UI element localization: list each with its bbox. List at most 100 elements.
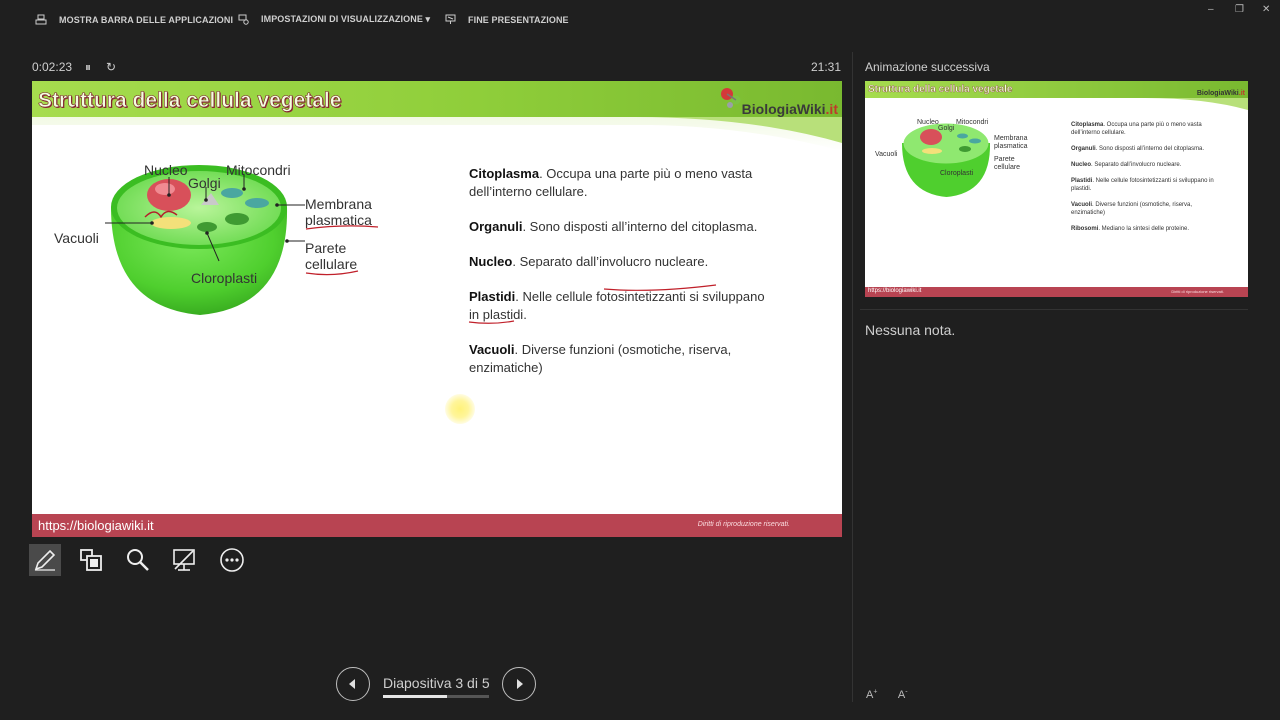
bullet-text: . Sono disposti all’interno del citoplas…: [522, 219, 758, 234]
minimize-icon[interactable]: –: [1208, 4, 1214, 15]
speaker-notes[interactable]: Nessuna nota.: [865, 322, 955, 338]
footer-url: https://biologiawiki.it: [38, 518, 154, 533]
footer-rights: Diritti di riproduzione riservati.: [697, 521, 790, 528]
preview-title: Struttura della cellula vegetale: [868, 84, 1013, 95]
current-slide[interactable]: Struttura della cellula vegetale Biologi…: [32, 81, 842, 537]
slide-progress-fill: [383, 695, 447, 698]
preview-label-vacuoli: Vacuoli: [875, 151, 898, 158]
more-icon: [220, 548, 244, 572]
preview-logo-text: BiologiaWiki: [1196, 90, 1239, 97]
preview-bullet-list: Citoplasma. Occupa una parte più o meno …: [1071, 121, 1221, 241]
biologiawiki-logo: BiologiaWiki.it: [720, 88, 838, 117]
slide-title: Struttura della cellula vegetale: [38, 89, 342, 113]
preview-logo-suffix: .it: [1238, 90, 1245, 97]
pause-icon[interactable]: ⏸: [85, 60, 91, 75]
bullet-term: Nucleo: [469, 254, 513, 269]
label-vacuoli: Vacuoli: [54, 230, 99, 246]
preview-bullet-term: Citoplasma: [1071, 122, 1104, 128]
label-golgi: Golgi: [188, 175, 221, 191]
preview-bullet: Nucleo. Separato dall’involucro nucleare…: [1071, 161, 1221, 169]
preview-footer: https://biologiawiki.it Diritti di ripro…: [865, 287, 1248, 297]
end-show-label: FINE PRESENTAZIONE: [468, 14, 569, 25]
label-cloroplasti: Cloroplasti: [191, 270, 258, 286]
screen-off-icon: [173, 549, 195, 571]
restart-timer-icon[interactable]: ↻: [106, 60, 116, 74]
see-all-slides-button[interactable]: [75, 544, 107, 576]
preview-footer-rights: Diritti di riproduzione riservati.: [1171, 289, 1224, 294]
label-plasmatica: plasmatica: [305, 212, 372, 228]
logo-text: BiologiaWiki: [741, 101, 826, 117]
preview-label-plasmatica: plasmatica: [994, 143, 1028, 150]
preview-label-parete: Parete: [994, 156, 1015, 163]
label-cellulare: cellulare: [305, 256, 358, 272]
bullet-term: Vacuoli: [469, 342, 515, 357]
pen-tool-button[interactable]: [29, 544, 61, 576]
notes-divider: [860, 309, 1248, 310]
font-size-controls: A+ A-: [866, 688, 908, 701]
close-icon[interactable]: ✕: [1262, 4, 1270, 15]
show-taskbar-button[interactable]: MOSTRA BARRA DELLE APPLICAZIONI: [35, 14, 233, 25]
bullet-term: Plastidi: [469, 289, 516, 304]
end-show-icon: [445, 14, 456, 24]
preview-label-golgi: Golgi: [938, 125, 955, 132]
black-screen-button[interactable]: [168, 544, 200, 576]
taskbar-icon: [35, 14, 47, 25]
preview-bullet-text: . Mediano la sintesi delle proteine.: [1098, 226, 1190, 232]
preview-label-mitocondri: Mitocondri: [956, 119, 989, 126]
restore-icon[interactable]: ❐: [1235, 4, 1244, 15]
laser-pointer: [445, 394, 475, 424]
next-animation-label: Animazione successiva: [865, 60, 990, 74]
elapsed-timer: 0:02:23: [32, 60, 73, 74]
increase-font-icon[interactable]: A+: [866, 688, 877, 701]
next-slide-preview[interactable]: Struttura della cellula vegetale Biologi…: [865, 81, 1248, 297]
label-nucleo: Nucleo: [144, 162, 188, 178]
preview-footer-url: https://biologiawiki.it: [868, 288, 922, 294]
preview-label-cloroplasti: Cloroplasti: [940, 170, 974, 177]
prev-arrow-icon: [349, 679, 355, 689]
preview-bullet-text: . Separato dall’involucro nucleare.: [1091, 162, 1182, 168]
zoom-button[interactable]: [122, 544, 154, 576]
bullet-plastidi: Plastidi. Nelle cellule fotosintetizzant…: [469, 288, 769, 324]
bullet-vacuoli: Vacuoli. Diverse funzioni (osmotiche, ri…: [469, 341, 769, 377]
preview-label-cellulare: cellulare: [994, 164, 1021, 171]
display-settings-icon: [238, 14, 249, 25]
label-membrana: Membrana: [305, 196, 372, 212]
preview-bullet-term: Plastidi: [1071, 178, 1093, 184]
preview-bullet-term: Nucleo: [1071, 162, 1092, 168]
panel-divider[interactable]: [852, 52, 853, 702]
grid-icon: [80, 549, 102, 571]
label-mitocondri: Mitocondri: [226, 162, 291, 178]
bullet-organuli: Organuli. Sono disposti all’interno del …: [469, 218, 769, 236]
display-settings-button[interactable]: IMPOSTAZIONI DI VISUALIZZAZIONE ▾: [238, 14, 430, 25]
pen-icon: [34, 549, 56, 571]
label-parete: Parete: [305, 240, 347, 256]
magnifier-icon: [127, 549, 149, 571]
preview-bullet-term: Ribosomi: [1071, 226, 1099, 232]
logo-suffix: .it: [825, 101, 838, 117]
bullet-text: . Separato dall’involucro nucleare.: [512, 254, 709, 269]
more-options-button[interactable]: [216, 544, 248, 576]
decrease-font-icon[interactable]: A-: [898, 688, 908, 701]
slide-footer: https://biologiawiki.it Diritti di ripro…: [32, 514, 842, 537]
preview-logo: BiologiaWiki.it: [1197, 90, 1245, 97]
end-show-button[interactable]: FINE PRESENTAZIONE: [445, 14, 569, 25]
molecule-icon: [720, 88, 741, 108]
slide-counter: Diapositiva 3 di 5: [383, 675, 490, 691]
preview-bullet-term: Organuli: [1071, 146, 1096, 152]
bullet-term: Citoplasma: [469, 166, 540, 181]
preview-bullet: Organuli. Sono disposti all’interno del …: [1071, 145, 1221, 153]
preview-bullet: Plastidi. Nelle cellule fotosintetizzant…: [1071, 177, 1221, 193]
preview-bullet-text: . Sono disposti all’interno del citoplas…: [1095, 146, 1205, 152]
bullet-citoplasma: Citoplasma. Occupa una parte più o meno …: [469, 165, 769, 201]
bullet-term: Organuli: [469, 219, 523, 234]
previous-slide-button[interactable]: [336, 667, 370, 701]
bullet-nucleo: Nucleo. Separato dall’involucro nucleare…: [469, 253, 769, 271]
preview-label-membrana: Membrana: [994, 135, 1028, 142]
next-slide-button[interactable]: [502, 667, 536, 701]
preview-bullet: Citoplasma. Occupa una parte più o meno …: [1071, 121, 1221, 137]
preview-bullet-term: Vacuoli: [1071, 202, 1093, 208]
next-arrow-icon: [517, 679, 523, 689]
preview-bullet: Ribosomi. Mediano la sintesi delle prote…: [1071, 225, 1221, 233]
slide-bullet-list: Citoplasma. Occupa una parte più o meno …: [469, 165, 769, 394]
preview-bullet: Vacuoli. Diverse funzioni (osmotiche, ri…: [1071, 201, 1221, 217]
